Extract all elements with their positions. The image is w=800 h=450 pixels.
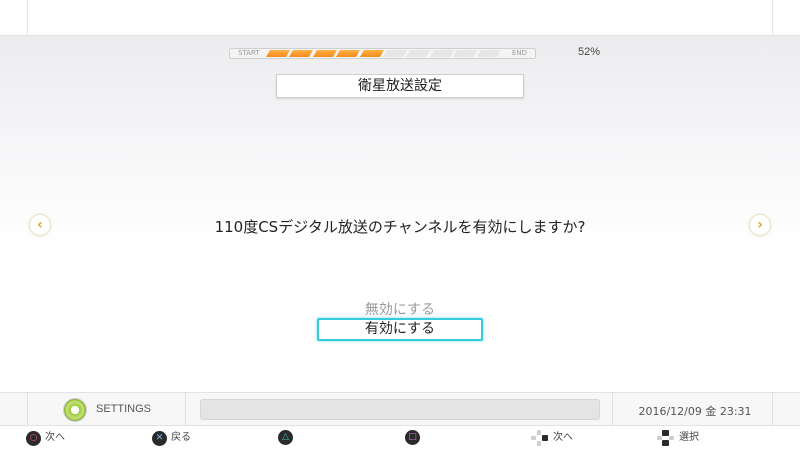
progress-bar: START END <box>229 48 536 59</box>
progress-segment <box>336 50 361 57</box>
button-guide: ○ 次へ ✕ 戻る △ □ 次へ 選択 <box>0 426 800 450</box>
progress-segment <box>265 50 291 57</box>
top-band <box>0 0 800 36</box>
guide-cross[interactable]: ✕ 戻る <box>152 430 191 446</box>
progress-end-label: END <box>511 49 527 57</box>
guide-square[interactable]: □ <box>405 430 424 446</box>
dpad-right-icon <box>531 430 549 446</box>
status-divider <box>612 393 613 427</box>
progress-segment <box>289 50 314 57</box>
guide-circle-label: 次へ <box>45 432 65 443</box>
top-divider <box>772 0 773 36</box>
progress-segment <box>476 50 502 57</box>
cross-button-icon: ✕ <box>152 430 167 446</box>
guide-dpad-updown[interactable]: 選択 <box>657 430 699 446</box>
square-button-icon: □ <box>405 430 420 445</box>
circle-button-icon: ○ <box>26 430 41 446</box>
status-divider <box>185 393 186 427</box>
guide-triangle[interactable]: △ <box>278 430 297 446</box>
progress-track <box>265 50 502 57</box>
guide-dpad-updown-label: 選択 <box>679 432 699 443</box>
guide-cross-label: 戻る <box>171 432 191 443</box>
progress-segment <box>382 50 408 57</box>
question-text: 110度CSデジタル放送のチャンネルを有効にしますか? <box>214 218 586 236</box>
guide-circle[interactable]: ○ 次へ <box>26 430 65 446</box>
progress-segment <box>359 50 385 57</box>
page-title: 衛星放送設定 <box>276 74 524 98</box>
progress-segment <box>406 50 431 57</box>
status-divider <box>772 393 773 427</box>
triangle-button-icon: △ <box>278 430 293 445</box>
guide-dpad-right-label: 次へ <box>553 432 573 443</box>
progress-segment <box>453 50 478 57</box>
option-enable[interactable]: 有効にする <box>317 318 483 341</box>
status-divider <box>27 393 28 427</box>
status-bar: SETTINGS 2016/12/09 金 23:31 <box>0 392 800 427</box>
guide-dpad-right[interactable]: 次へ <box>531 430 573 446</box>
top-divider <box>27 0 28 36</box>
datetime: 2016/12/09 金 23:31 <box>638 405 752 418</box>
progress-start-label: START <box>238 49 260 57</box>
app-label: SETTINGS <box>96 403 152 415</box>
progress-percent: 52% <box>578 46 601 58</box>
settings-gear-icon <box>63 398 87 422</box>
option-disable[interactable]: 無効にする <box>300 299 500 319</box>
dpad-updown-icon <box>657 430 675 446</box>
status-message-field <box>200 399 600 420</box>
progress-segment <box>312 50 338 57</box>
progress-segment <box>429 50 455 57</box>
